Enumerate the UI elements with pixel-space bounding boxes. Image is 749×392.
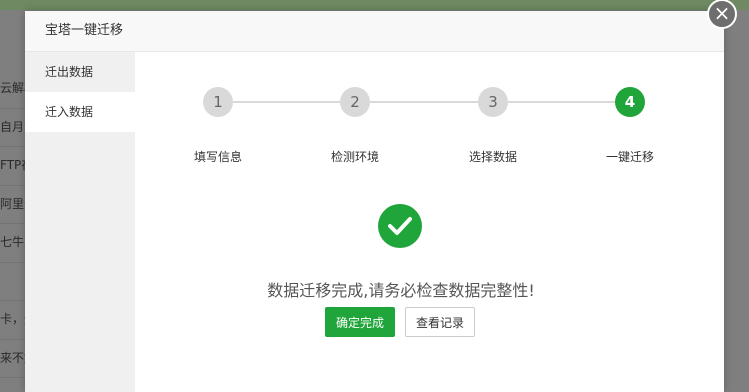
step-connector xyxy=(508,101,630,103)
sidebar-item-migrate-out[interactable]: 迁出数据 xyxy=(25,52,135,92)
step-connector xyxy=(370,101,493,103)
close-icon[interactable]: × xyxy=(707,0,737,29)
sidebar-item-migrate-in[interactable]: 迁入数据 xyxy=(25,92,135,132)
dialog-title: 宝塔一键迁移 xyxy=(25,11,724,52)
step-4-circle: 4 xyxy=(615,87,645,117)
background-topbar xyxy=(0,0,749,10)
confirm-done-button[interactable]: 确定完成 xyxy=(325,307,395,337)
progress-stepper: 1 2 3 4 填写信息 检测环境 选择数据 一键迁移 xyxy=(135,52,724,172)
step-connector xyxy=(233,101,355,103)
step-1-circle: 1 xyxy=(203,87,233,117)
success-message: 数据迁移完成,请务必检查数据完整性! xyxy=(267,281,535,300)
view-log-button[interactable]: 查看记录 xyxy=(405,307,475,337)
step-2-circle: 2 xyxy=(340,87,370,117)
step-4-label: 一键迁移 xyxy=(605,150,654,164)
step-2-label: 检测环境 xyxy=(330,150,379,164)
step-3-circle: 3 xyxy=(478,87,508,117)
step-3-label: 选择数据 xyxy=(468,150,517,164)
check-circle-icon xyxy=(378,204,422,248)
dialog-main: 1 2 3 4 填写信息 检测环境 选择数据 一键迁移 数据迁移完成,请务必检查… xyxy=(135,52,724,392)
dialog-sidebar: 迁出数据 迁入数据 xyxy=(25,52,135,392)
step-1-label: 填写信息 xyxy=(193,150,242,164)
migration-dialog: 宝塔一键迁移 迁出数据 迁入数据 1 2 3 4 填写信息 检测环境 选择数据 … xyxy=(25,11,724,392)
